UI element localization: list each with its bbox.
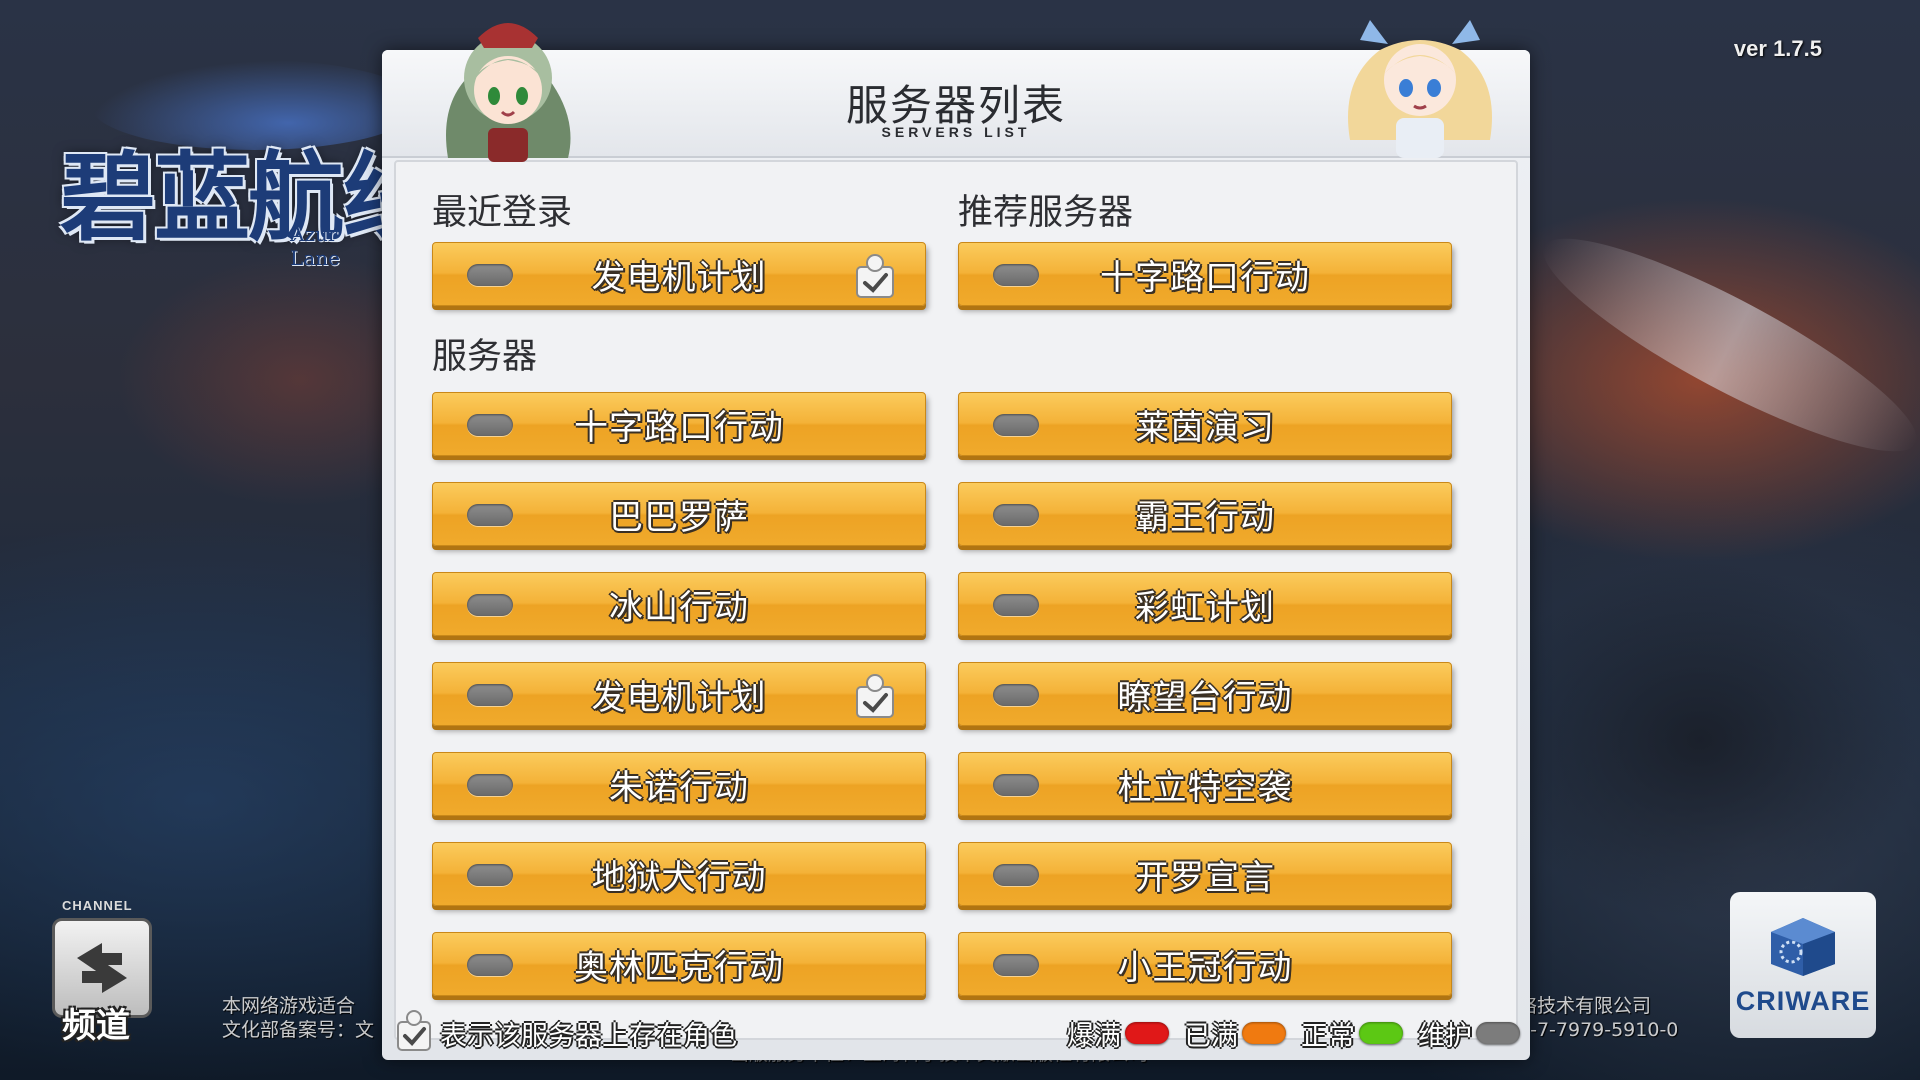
logo-subtitle: Azur Lane	[290, 222, 340, 270]
legend-maintenance-label: 维护	[1418, 1021, 1472, 1052]
legend-full-label: 爆满	[1067, 1021, 1121, 1052]
server-name: 彩虹计划	[1135, 587, 1275, 628]
status-legend: 表示该服务器上存在角色 爆满 已满 正常 维护	[382, 1000, 1530, 1060]
legend-full-light	[1125, 1022, 1169, 1044]
server-button[interactable]: 小王冠行动	[958, 932, 1452, 996]
server-name: 地狱犬行动	[591, 857, 767, 898]
disclaimer-line-1-right: 络技术有限公司	[1518, 995, 1652, 1017]
server-button[interactable]: 地狱犬行动	[432, 842, 926, 906]
criware-cube-icon	[1771, 917, 1835, 976]
legend-normal-light	[1359, 1022, 1403, 1044]
game-logo: 碧蓝航线 Azur Lane	[60, 60, 438, 270]
servers-label: 服务器	[432, 337, 538, 377]
criware-label: CRIWARE	[1735, 985, 1871, 1016]
disclaimer-line-1-left: 本网络游戏适合	[222, 995, 356, 1017]
character-check-icon	[397, 1010, 431, 1051]
disclaimer-line-2-left: 文化部备案号：文	[222, 1019, 375, 1041]
legend-busy-light	[1242, 1022, 1286, 1044]
server-name: 十字路口行动	[574, 407, 784, 448]
server-name: 霸王行动	[1135, 497, 1275, 538]
character-check-icon	[856, 254, 894, 298]
background-ship-silhouette	[1480, 560, 1920, 920]
server-button[interactable]: 冰山行动	[432, 572, 926, 636]
server-button[interactable]: 发电机计划	[432, 662, 926, 726]
channel-name: 频道	[62, 1006, 130, 1046]
server-button[interactable]: 巴巴罗萨	[432, 482, 926, 546]
channel-button[interactable]: CHANNEL 频道	[50, 898, 160, 1046]
server-name: 发电机计划	[591, 677, 767, 718]
server-name: 发电机计划	[591, 257, 767, 298]
server-name: 莱茵演习	[1135, 407, 1275, 448]
criware-badge: CRIWARE	[1730, 892, 1876, 1038]
legend-maintenance-light	[1476, 1022, 1520, 1044]
server-list-panel: 服务器列表 SERVERS LIST 最近登录 推荐服务器 发电机计划 十字路口…	[382, 50, 1530, 1060]
chibi-character-right	[1348, 20, 1492, 158]
server-name: 小王冠行动	[1117, 947, 1293, 988]
recommended-server-button[interactable]: 十字路口行动	[958, 242, 1452, 306]
chibi-character-left	[446, 23, 571, 162]
server-button[interactable]: 莱茵演习	[958, 392, 1452, 456]
channel-switch-icon	[77, 943, 127, 993]
server-button[interactable]: 瞭望台行动	[958, 662, 1452, 726]
server-name: 奥林匹克行动	[574, 947, 784, 988]
channel-caption: CHANNEL	[62, 898, 133, 913]
legend-character-hint: 表示该服务器上存在角色	[440, 1021, 737, 1052]
recommended-label: 推荐服务器	[958, 193, 1134, 233]
server-name: 冰山行动	[609, 587, 749, 628]
recent-label: 最近登录	[432, 193, 573, 233]
recent-server-button[interactable]: 发电机计划	[432, 242, 926, 306]
character-check-icon	[856, 674, 894, 718]
panel-body: 最近登录 推荐服务器 发电机计划 十字路口行动 服务器 十字路口行动 莱茵演习 巴巴…	[394, 160, 1518, 1040]
server-button[interactable]: 彩虹计划	[958, 572, 1452, 636]
server-name: 十字路口行动	[1100, 257, 1310, 298]
server-button[interactable]: 十字路口行动	[432, 392, 926, 456]
server-button[interactable]: 开罗宣言	[958, 842, 1452, 906]
legend-normal-label: 正常	[1301, 1021, 1355, 1052]
server-button[interactable]: 杜立特空袭	[958, 752, 1452, 816]
server-button[interactable]: 朱诺行动	[432, 752, 926, 816]
server-name: 杜立特空袭	[1117, 767, 1293, 808]
server-button[interactable]: 奥林匹克行动	[432, 932, 926, 996]
disclaimer-line-2-right: 3-7-7979-5910-0	[1518, 1019, 1679, 1041]
server-name: 朱诺行动	[609, 767, 749, 808]
server-name: 瞭望台行动	[1117, 677, 1293, 718]
server-name: 巴巴罗萨	[609, 497, 749, 538]
server-button[interactable]: 霸王行动	[958, 482, 1452, 546]
version-label: ver 1.7.5	[1733, 36, 1822, 61]
legend-busy-label: 已满	[1184, 1021, 1238, 1052]
server-name: 开罗宣言	[1135, 857, 1275, 898]
